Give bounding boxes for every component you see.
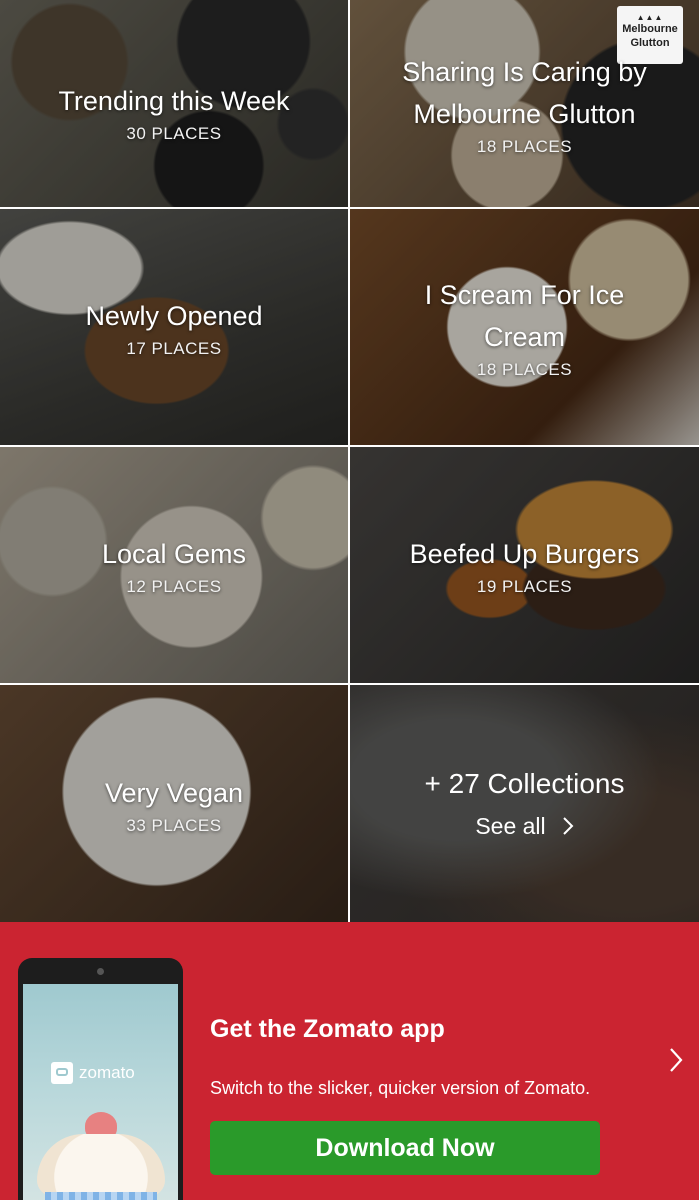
chevron-right-icon[interactable] <box>669 1047 683 1073</box>
collection-tile-very-vegan[interactable]: Very Vegan 33 PLACES <box>0 685 348 922</box>
collection-tile-burgers[interactable]: Beefed Up Burgers 19 PLACES <box>350 447 699 683</box>
collection-title: Trending this Week <box>58 85 290 116</box>
phone-illustration: zomato <box>18 958 183 1200</box>
phone-screen: zomato <box>23 984 178 1200</box>
collection-count: 12 PLACES <box>126 577 222 596</box>
collection-count: 30 PLACES <box>126 123 222 143</box>
cupcake-image <box>37 1134 165 1196</box>
collections-grid: Trending this Week 30 PLACES ▲▲▲ Melbour… <box>0 0 699 922</box>
collection-tile-local-gems[interactable]: Local Gems 12 PLACES <box>0 447 348 683</box>
see-all-link[interactable]: See all <box>475 808 574 844</box>
collection-count: 33 PLACES <box>126 815 222 835</box>
download-now-button[interactable]: Download Now <box>210 1121 600 1175</box>
collection-title: Newly Opened <box>85 301 263 331</box>
phone-camera <box>97 968 104 975</box>
collection-title: Sharing Is Caring by Melbourne Glutton <box>402 56 647 129</box>
collection-title: Local Gems <box>101 539 247 569</box>
promo-title: Get the Zomato app <box>210 1015 445 1043</box>
collection-count: 17 PLACES <box>126 339 222 358</box>
collection-title: Beefed Up Burgers <box>409 539 640 569</box>
collection-tile-sharing[interactable]: ▲▲▲ Melbourne Glutton Sharing Is Caring … <box>350 0 699 207</box>
more-collections-label: + 27 Collections <box>424 767 625 799</box>
chevron-right-icon <box>562 816 574 835</box>
crown-icon: ▲▲▲ <box>636 13 664 22</box>
see-all-label: See all <box>475 812 546 839</box>
collection-count: 18 PLACES <box>476 136 573 156</box>
collection-count: 18 PLACES <box>476 360 573 379</box>
brand-logo: zomato <box>51 1062 135 1084</box>
collection-tile-trending[interactable]: Trending this Week 30 PLACES <box>0 0 348 207</box>
cupcake-cup-image <box>45 1192 157 1200</box>
collection-title: I Scream For Ice Cream <box>424 280 625 352</box>
zomato-logo-icon <box>51 1062 73 1084</box>
collection-tile-ice-cream[interactable]: I Scream For Ice Cream 18 PLACES <box>350 209 699 445</box>
collection-title: Very Vegan <box>104 777 244 808</box>
brand-name: zomato <box>79 1063 135 1082</box>
see-all-collections-tile[interactable]: + 27 Collections See all <box>350 685 699 922</box>
collection-count: 19 PLACES <box>476 577 573 596</box>
collection-tile-newly-opened[interactable]: Newly Opened 17 PLACES <box>0 209 348 445</box>
promo-subtitle: Switch to the slicker, quicker version o… <box>210 1078 591 1098</box>
